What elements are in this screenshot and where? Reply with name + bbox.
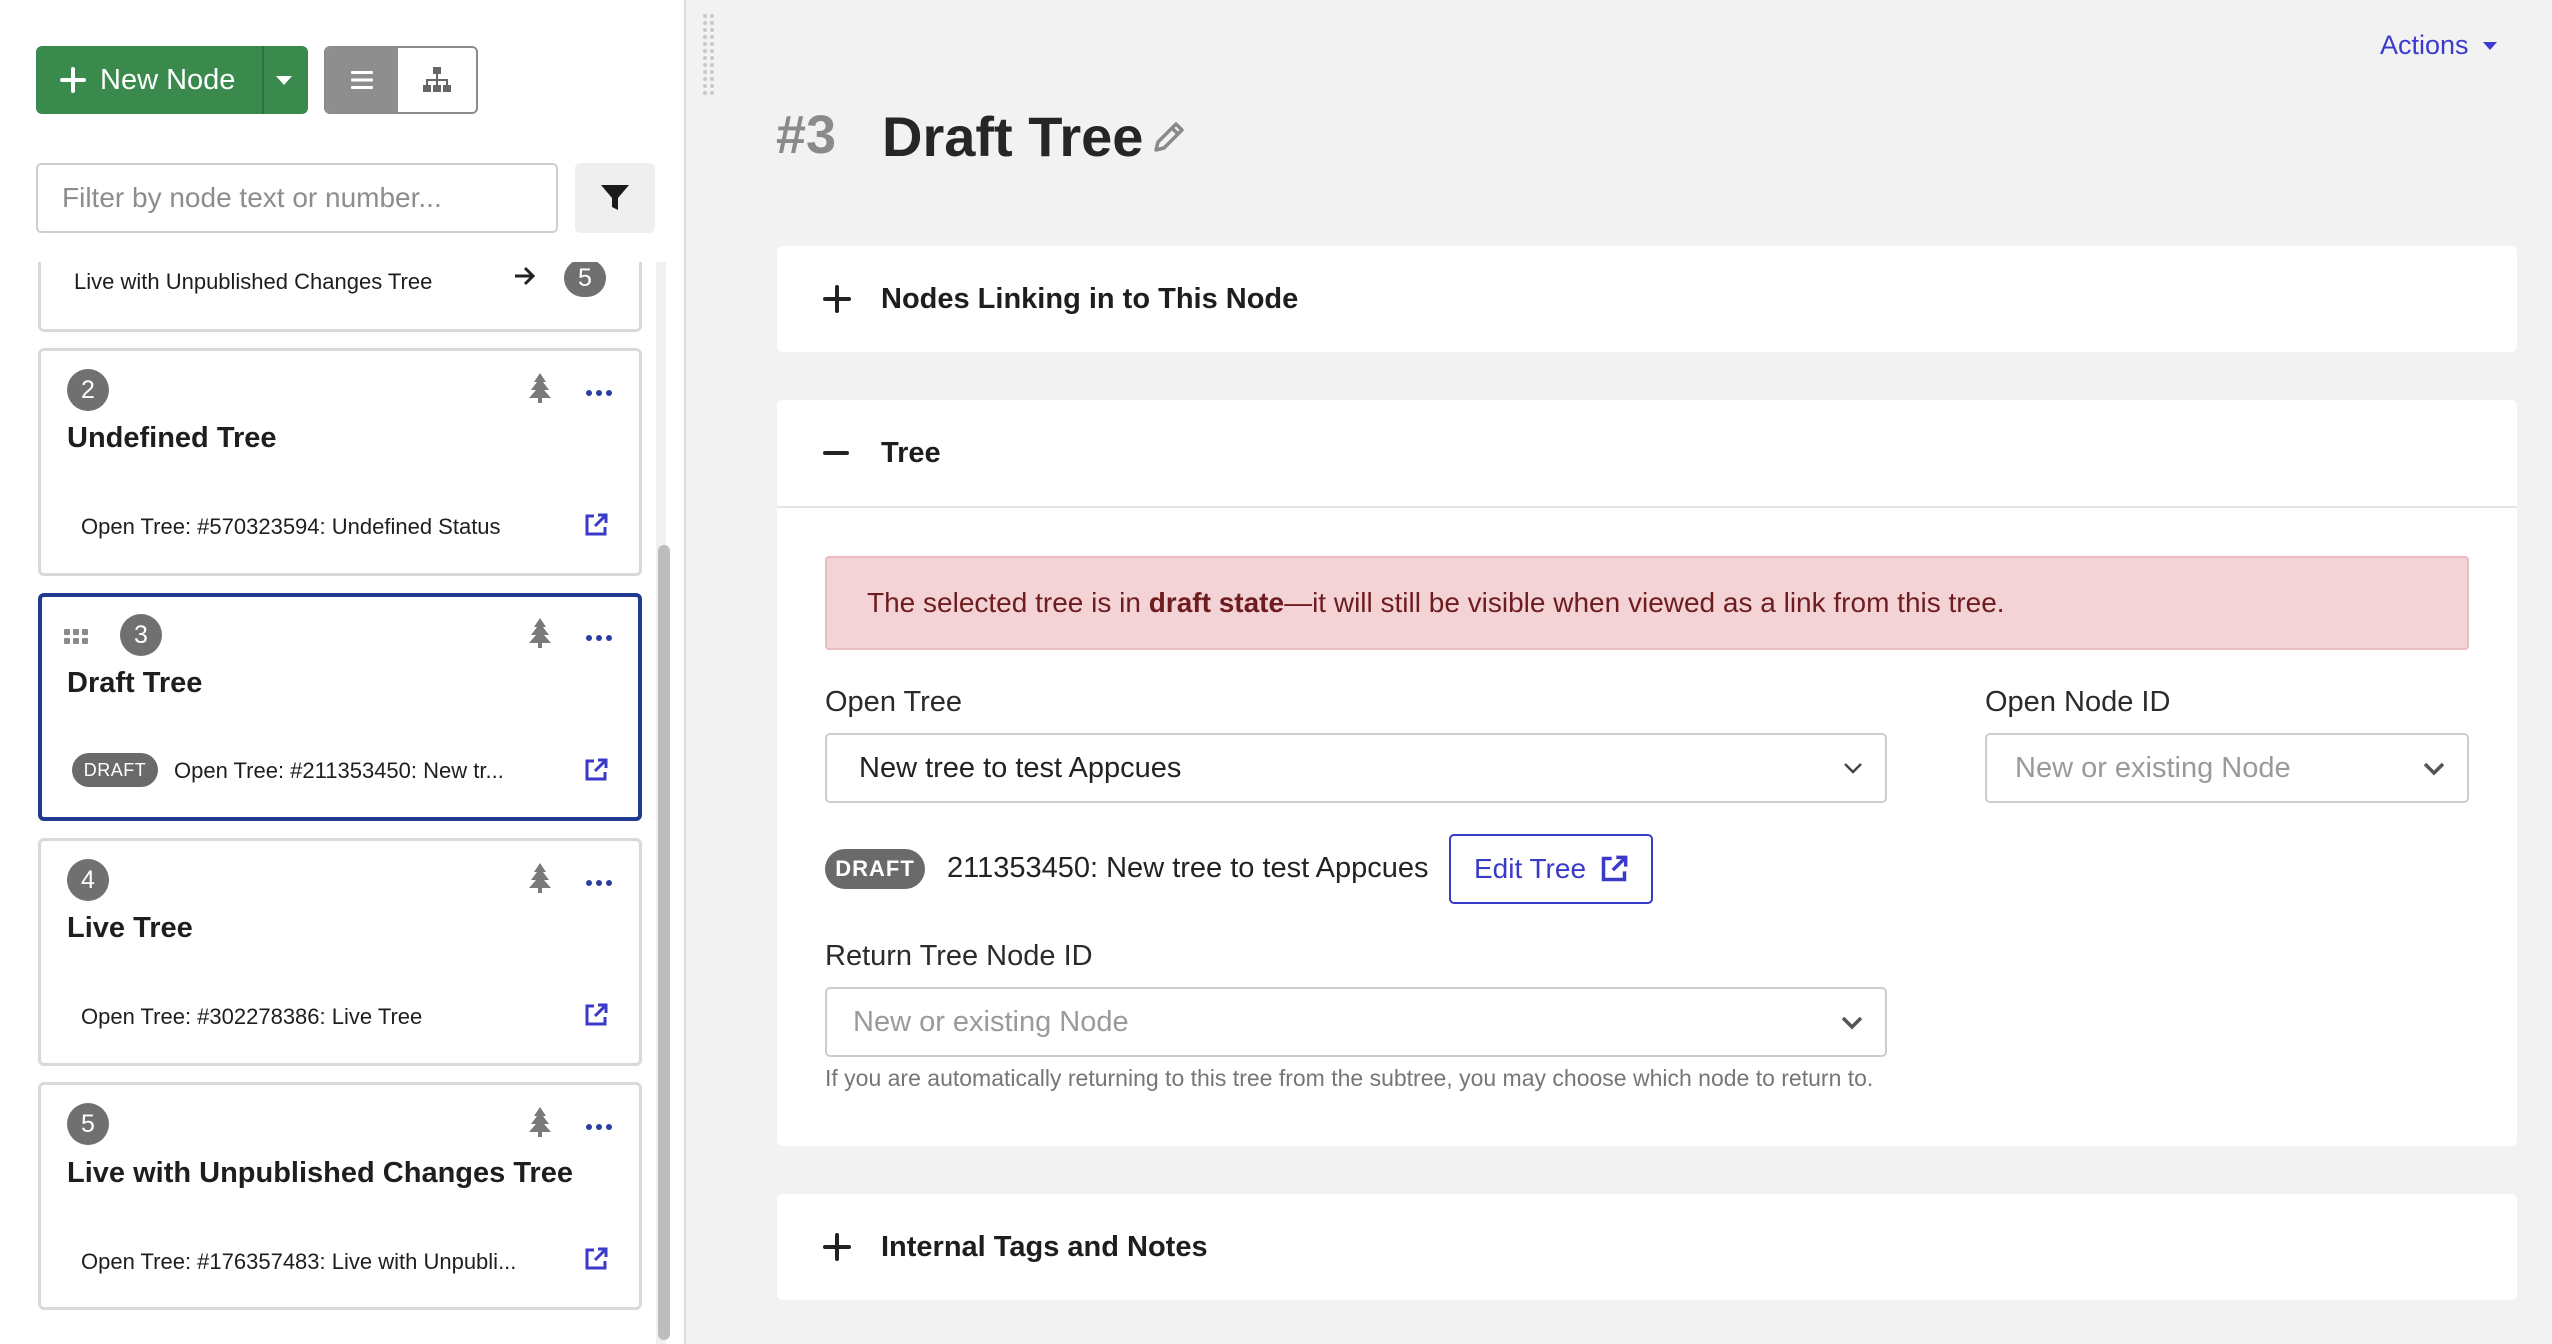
node-number-badge: 4 [67,859,109,901]
panel-title: Tree [881,436,941,469]
open-tree-label: Open Tree [825,686,963,718]
draft-badge: DRAFT [72,753,158,787]
open-node-label: Open Node ID [1985,686,2171,718]
selected-tree-info: 211353450: New tree to test Appcues [947,852,1429,884]
open-tree-select[interactable]: New tree to test Appcues [825,733,1887,803]
drag-handle-icon[interactable] [64,629,88,644]
filter-input[interactable] [36,163,558,233]
hierarchy-icon [423,67,451,92]
panel-nodes-linking: Nodes Linking in to This Node [777,246,2517,352]
chevron-down-icon [1844,763,1862,774]
scrollbar-thumb[interactable] [658,545,670,1340]
card-subtitle: Live with Unpublished Changes Tree [74,269,433,294]
link-count-badge: 5 [564,262,606,297]
panel-internal-tags: Internal Tags and Notes [777,1194,2517,1300]
filter-button[interactable] [575,163,655,233]
plus-icon [60,67,86,93]
return-node-select[interactable]: New or existing Node [825,987,1887,1057]
more-icon[interactable] [586,880,612,886]
collapse-icon [823,439,851,467]
external-link-icon [1601,855,1628,882]
tree-icon [529,618,551,648]
external-link-icon[interactable] [584,1003,608,1027]
node-title: Live Tree [67,912,193,944]
list-icon [351,71,373,89]
draft-badge: DRAFT [825,849,925,889]
more-icon[interactable] [586,390,612,396]
chevron-down-icon[interactable] [276,76,292,85]
external-link-icon[interactable] [584,513,608,537]
card-subtitle: Open Tree: #176357483: Live with Unpubli… [81,1249,517,1274]
node-card[interactable]: 2 Undefined Tree Open Tree: #570323594: … [38,348,642,576]
card-subtitle: Open Tree: #570323594: Undefined Status [81,514,501,539]
resize-handle[interactable] [703,14,714,95]
node-title: Undefined Tree [67,422,277,454]
node-card-partial[interactable]: Live with Unpublished Changes Tree 5 [38,262,642,332]
node-number-badge: 3 [120,614,162,656]
panel-title: Internal Tags and Notes [881,1230,1208,1263]
filter-icon [601,185,629,210]
edit-tree-button[interactable]: Edit Tree [1449,834,1653,904]
actions-label: Actions [2380,30,2469,60]
view-toggle [324,46,478,114]
node-list: Live with Unpublished Changes Tree 5 2 U… [0,262,686,1344]
arrow-right-icon [515,266,536,286]
chevron-down-icon [1841,1016,1863,1030]
panel-title: Nodes Linking in to This Node [881,282,1299,315]
external-link-icon[interactable] [584,1247,608,1271]
panel-header-linking[interactable]: Nodes Linking in to This Node [777,246,2517,352]
panel-header-tree[interactable]: Tree [777,400,2517,506]
new-node-label: New Node [100,63,236,96]
open-node-select[interactable]: New or existing Node [1985,733,2469,803]
tree-icon [529,1107,551,1137]
page-title: Draft Tree [882,105,1144,168]
draft-alert: The selected tree is in draft state —it w… [825,556,2469,650]
expand-icon [823,285,851,313]
list-view-button[interactable] [326,48,398,112]
sidebar: New Node Filter by node text or number..… [0,0,686,1344]
tree-icon [529,863,551,893]
panel-header-tags[interactable]: Internal Tags and Notes [777,1194,2517,1300]
node-card[interactable]: 5 Live with Unpublished Changes Tree Ope… [38,1082,642,1310]
panel-tree: Tree The selected tree is in draft state… [777,400,2517,1146]
new-node-button[interactable]: New Node [36,46,308,114]
node-number-badge: 5 [67,1103,109,1145]
expand-icon [823,1233,851,1261]
return-node-label: Return Tree Node ID [825,940,1093,972]
more-icon[interactable] [586,1124,612,1130]
chevron-down-icon [2482,41,2497,50]
card-subtitle: Open Tree: #211353450: New tr... [174,758,504,783]
card-subtitle: Open Tree: #302278386: Live Tree [81,1004,423,1029]
pencil-icon[interactable] [1152,120,1186,154]
chevron-down-icon [2423,762,2445,776]
node-card-selected[interactable]: 3 Draft Tree DRAFT Open Tree: #211353450… [38,593,642,821]
node-number-badge: 2 [67,369,109,411]
external-link-icon[interactable] [584,758,608,782]
tree-icon [529,373,551,403]
node-card[interactable]: 4 Live Tree Open Tree: #302278386: Live … [38,838,642,1066]
return-node-help: If you are automatically returning to th… [825,1065,1874,1091]
node-title: Draft Tree [67,667,203,699]
node-number: #3 [776,105,837,165]
actions-dropdown[interactable]: Actions [2380,30,2497,61]
more-icon[interactable] [586,635,612,641]
node-title: Live with Unpublished Changes Tree [67,1157,573,1189]
tree-view-button[interactable] [398,48,476,112]
